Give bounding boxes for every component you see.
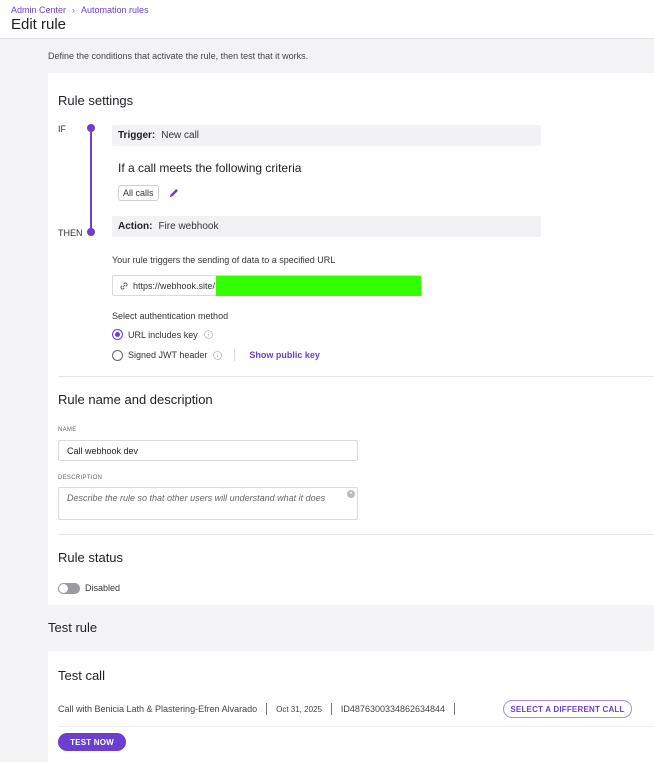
auth-option-label: URL includes key <box>128 329 198 340</box>
info-icon[interactable] <box>213 350 223 360</box>
name-label: NAME <box>58 427 77 433</box>
action-bar[interactable]: Action: Fire webhook <box>112 216 541 237</box>
section-divider <box>58 726 654 727</box>
test-rule-title: Test rule <box>48 620 98 635</box>
call-date: Oct 31, 2025 <box>276 704 322 714</box>
show-public-key-link[interactable]: Show public key <box>249 350 320 360</box>
breadcrumb-automation-rules[interactable]: Automation rules <box>81 5 149 15</box>
page-description: Define the conditions that activate the … <box>48 51 309 61</box>
call-name: Call with Benicia Lath & Plastering-Efre… <box>58 704 258 714</box>
webhook-url-value: https://webhook.site/ <box>133 280 216 291</box>
status-toggle[interactable] <box>58 583 80 594</box>
section-divider <box>58 534 654 535</box>
criteria-title: If a call meets the following criteria <box>118 161 302 175</box>
then-dot <box>87 228 95 236</box>
if-dot <box>87 124 95 132</box>
rule-card: Rule settings IF THEN Trigger: New call … <box>48 73 654 605</box>
call-id: ID4876300334862634844 <box>340 704 446 714</box>
divider <box>330 703 332 715</box>
description-input[interactable]: Describe the rule so that other users wi… <box>58 487 358 520</box>
radio-selected[interactable] <box>112 329 123 340</box>
rule-settings-title: Rule settings <box>58 93 134 108</box>
status-section-title: Rule status <box>58 550 124 565</box>
auth-option-url-key[interactable]: URL includes key <box>112 329 213 340</box>
trigger-key: Trigger: <box>118 130 156 141</box>
status-toggle-label: Disabled <box>85 583 121 593</box>
url-intro: Your rule triggers the sending of data t… <box>112 255 336 265</box>
divider <box>266 703 268 715</box>
description-label: DESCRIPTION <box>58 475 103 481</box>
divider <box>234 349 236 361</box>
edit-pencil-icon[interactable] <box>168 187 180 199</box>
rule-name-input[interactable]: Call webhook dev <box>58 440 358 461</box>
chevron-right-icon: › <box>72 5 76 15</box>
breadcrumb-admin-center[interactable]: Admin Center <box>11 5 66 15</box>
auth-method-label: Select authentication method <box>112 311 229 321</box>
clear-icon[interactable]: × <box>347 490 355 498</box>
section-divider <box>58 376 654 377</box>
info-icon[interactable] <box>203 330 213 339</box>
if-label: IF <box>58 124 66 134</box>
auth-option-label: Signed JWT header <box>128 350 208 360</box>
select-different-call-button[interactable]: SELECT A DIFFERENT CALL <box>503 700 632 718</box>
action-key: Action: <box>118 221 153 232</box>
divider <box>454 703 456 715</box>
breadcrumb: Admin Center › Automation rules <box>11 5 149 15</box>
test-call-card: Test call Call with Benicia Lath & Plast… <box>48 651 654 762</box>
then-label: THEN <box>58 228 83 238</box>
trigger-bar[interactable]: Trigger: New call <box>112 125 541 146</box>
page-title: Edit rule <box>11 16 67 33</box>
link-icon <box>120 281 128 290</box>
test-now-button[interactable]: TEST NOW <box>58 733 126 751</box>
action-value: Fire webhook <box>158 221 219 232</box>
name-section-title: Rule name and description <box>58 392 213 407</box>
redaction-block <box>216 276 421 296</box>
trigger-value: New call <box>161 130 200 141</box>
flow-line <box>90 128 92 233</box>
auth-option-jwt[interactable]: Signed JWT header Show public key <box>112 349 320 361</box>
top-header: Admin Center › Automation rules Edit rul… <box>0 0 654 39</box>
criteria-chip[interactable]: All calls <box>118 185 159 201</box>
radio-unselected[interactable] <box>112 349 123 361</box>
call-details: Call with Benicia Lath & Plastering-Efre… <box>58 701 464 717</box>
test-call-title: Test call <box>58 668 105 683</box>
